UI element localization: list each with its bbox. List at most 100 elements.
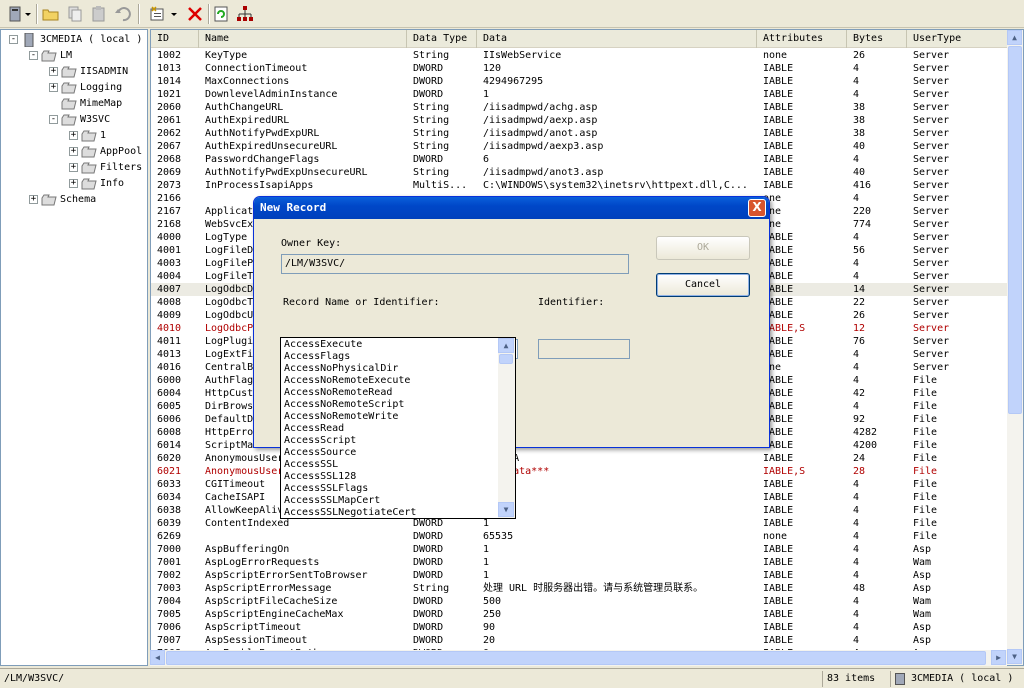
- dropdown-arrow-icon[interactable]: [168, 3, 180, 25]
- copy-icon[interactable]: [64, 3, 86, 25]
- dropdown-option[interactable]: AccessNoRemoteRead: [284, 387, 392, 399]
- table-row[interactable]: 2061 AuthExpiredURL String/iisadmpwd/aexp.…: [151, 114, 1011, 127]
- table-row[interactable]: 2073 InProcessIsapiApps MultiS... C:\WINDOW…: [151, 179, 1011, 192]
- collapse-icon[interactable]: -: [49, 115, 58, 124]
- scroll-up-icon[interactable]: ▲: [498, 338, 514, 353]
- refresh-icon[interactable]: [210, 3, 232, 25]
- tree-node[interactable]: + Schema: [29, 192, 96, 207]
- tree-node[interactable]: - 3CMEDIA ( local ): [9, 32, 142, 48]
- dropdown-option[interactable]: AccessNoRemoteExecute: [284, 375, 410, 387]
- scroll-thumb[interactable]: [1008, 46, 1022, 414]
- column-header[interactable]: Data: [477, 30, 757, 48]
- tree-node[interactable]: + AppPool: [69, 144, 142, 159]
- tree-node[interactable]: + Filters: [69, 160, 142, 175]
- table-cell: Server: [913, 76, 950, 87]
- tree-node[interactable]: + Logging: [49, 80, 122, 95]
- tree-node[interactable]: MimeMap: [49, 96, 122, 111]
- table-row[interactable]: 7000 AspBufferingOn DWORD 1 IABLE 4 Asp: [151, 543, 1011, 556]
- table-row[interactable]: 1014 MaxConnections DWORD 4294967295 IABLE 4 S…: [151, 75, 1011, 88]
- dropdown-option[interactable]: AccessSSL128: [284, 471, 356, 483]
- dropdown-option[interactable]: AccessSSLFlags: [284, 483, 368, 495]
- table-row[interactable]: 2068 PasswordChangeFlags DWORD 6 IABLE 4 Serve…: [151, 153, 1011, 166]
- dropdown-option[interactable]: AccessNoRemoteScript: [284, 399, 404, 411]
- dropdown-arrow-icon[interactable]: [22, 3, 34, 25]
- paste-icon[interactable]: [88, 3, 110, 25]
- vertical-scrollbar[interactable]: ▲ ▼: [1007, 30, 1023, 665]
- table-row[interactable]: 1013 ConnectionTimeout DWORD 120 IABLE 4 Serve…: [151, 62, 1011, 75]
- horizontal-scrollbar[interactable]: ◀ ▶: [150, 650, 1007, 666]
- scroll-right-icon[interactable]: ▶: [991, 650, 1006, 665]
- dropdown-scroll-thumb[interactable]: [499, 354, 513, 364]
- scroll-left-icon[interactable]: ◀: [150, 650, 165, 665]
- table-row[interactable]: 7002 AspScriptErrorSentToBrowser DWORD 1 IAB…: [151, 569, 1011, 582]
- record-name-dropdown[interactable]: AccessExecute AccessFlags AccessNoPhysical…: [280, 337, 516, 519]
- table-row[interactable]: 2067 AuthExpiredUnsecureURL String/iisadmp…: [151, 140, 1011, 153]
- table-cell: Server: [913, 336, 950, 347]
- dropdown-option[interactable]: AccessRead: [284, 423, 344, 435]
- expand-icon[interactable]: +: [29, 195, 38, 204]
- table-row[interactable]: 7005 AspScriptEngineCacheMax DWORD 250 IABLE…: [151, 608, 1011, 621]
- dropdown-option[interactable]: AccessSource: [284, 447, 356, 459]
- collapse-icon[interactable]: -: [29, 51, 38, 60]
- scroll-down-icon[interactable]: ▼: [498, 502, 514, 517]
- expand-icon[interactable]: +: [49, 83, 58, 92]
- network-icon[interactable]: [234, 3, 256, 25]
- table-row[interactable]: 7003 AspScriptErrorMessage String 处理 URL 时服…: [151, 582, 1011, 595]
- table-row[interactable]: 7007 AspSessionTimeout DWORD 20 IABLE 4 Asp: [151, 634, 1011, 647]
- table-cell: 6005: [157, 401, 182, 412]
- hscroll-thumb[interactable]: [166, 651, 986, 665]
- table-row[interactable]: 7001 AspLogErrorRequests DWORD 1 IABLE 4 Wam: [151, 556, 1011, 569]
- dropdown-option[interactable]: AccessFlags: [284, 351, 350, 363]
- scroll-down-icon[interactable]: ▼: [1007, 649, 1022, 664]
- column-header[interactable]: Data Type: [407, 30, 477, 48]
- column-header[interactable]: ID: [151, 30, 199, 48]
- dropdown-option[interactable]: AccessSSLNegotiateCert: [284, 507, 416, 518]
- ok-button[interactable]: OK: [656, 236, 750, 260]
- dropdown-option[interactable]: AccessExecute: [284, 339, 362, 351]
- expand-icon[interactable]: +: [69, 147, 78, 156]
- tree-node[interactable]: + Info: [69, 176, 124, 191]
- open-folder-icon[interactable]: [40, 3, 62, 25]
- table-row[interactable]: 6269 DWORD 65535 none 4 File: [151, 530, 1011, 543]
- undo-icon[interactable]: [112, 3, 134, 25]
- table-row[interactable]: 7004 AspScriptFileCacheSize DWORD 500 IABLE 4…: [151, 595, 1011, 608]
- column-header[interactable]: Name: [199, 30, 407, 48]
- tree-view[interactable]: -3CMEDIA ( local ) - LM + IISADMIN + Logging Mi…: [0, 29, 148, 666]
- table-row[interactable]: 7006 AspScriptTimeout DWORD 90 IABLE 4 Asp: [151, 621, 1011, 634]
- column-header[interactable]: UserType: [907, 30, 1011, 48]
- dropdown-option[interactable]: AccessSSL: [284, 459, 338, 471]
- dropdown-option[interactable]: AccessScript: [284, 435, 356, 447]
- expand-icon[interactable]: +: [49, 67, 58, 76]
- identifier-field[interactable]: [538, 339, 630, 359]
- table-row[interactable]: 2062 AuthNotifyPwdExpURL String/iisadmpwd/…: [151, 127, 1011, 140]
- new-record-icon[interactable]: [146, 3, 168, 25]
- column-header[interactable]: Bytes: [847, 30, 907, 48]
- collapse-icon[interactable]: -: [9, 35, 18, 44]
- status-bar: /LM/W3SVC/ 83 items 3CMEDIA ( local ): [0, 668, 1024, 688]
- dropdown-option[interactable]: AccessNoPhysicalDir: [284, 363, 398, 375]
- table-row[interactable]: 1021 DownlevelAdminInstance DWORD 1 IABLE 4 Se…: [151, 88, 1011, 101]
- table-row[interactable]: 2069 AuthNotifyPwdExpUnsecureURL String/ii…: [151, 166, 1011, 179]
- table-cell: 774: [853, 219, 872, 230]
- column-header[interactable]: Attributes: [757, 30, 847, 48]
- table-cell: 4282: [853, 427, 878, 438]
- scroll-up-icon[interactable]: ▲: [1007, 30, 1022, 45]
- dropdown-option[interactable]: AccessNoRemoteWrite: [284, 411, 398, 423]
- table-row[interactable]: 2060 AuthChangeURL String/iisadmpwd/achg.a…: [151, 101, 1011, 114]
- table-cell: IABLE: [763, 505, 794, 516]
- tree-node[interactable]: +1: [69, 128, 106, 143]
- delete-icon[interactable]: [184, 3, 206, 25]
- close-button[interactable]: X: [748, 199, 766, 217]
- table-cell: 24: [853, 453, 866, 464]
- dropdown-scrollbar[interactable]: ▲ ▼: [498, 338, 515, 518]
- cancel-button[interactable]: Cancel: [656, 273, 750, 297]
- table-row[interactable]: 1002 KeyType String IIsWebService none 26 Serv…: [151, 49, 1011, 62]
- expand-icon[interactable]: +: [69, 131, 78, 140]
- tree-node[interactable]: + IISADMIN: [49, 64, 128, 79]
- tree-node[interactable]: - LM: [29, 48, 72, 63]
- dropdown-option[interactable]: AccessSSLMapCert: [284, 495, 380, 507]
- expand-icon[interactable]: +: [69, 179, 78, 188]
- tree-node[interactable]: - W3SVC: [49, 112, 110, 127]
- expand-icon[interactable]: +: [69, 163, 78, 172]
- table-cell: File: [913, 440, 938, 451]
